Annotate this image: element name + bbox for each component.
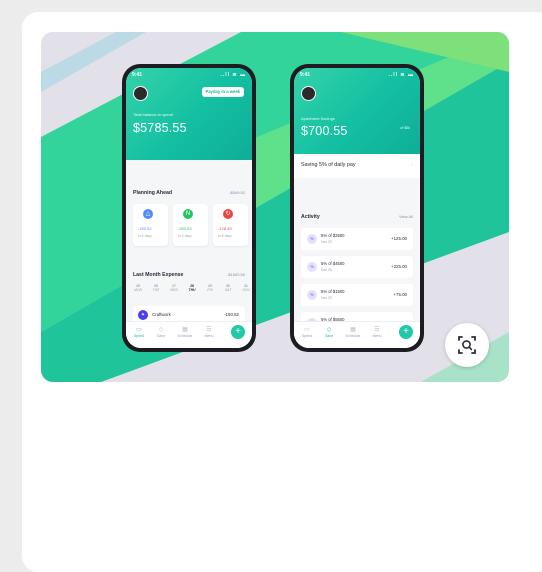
- planning-title: Planning Ahead: [133, 190, 173, 196]
- activity-name: 5% of $1500: [321, 289, 345, 294]
- day-item[interactable]: 25 MON: [133, 284, 143, 292]
- image-zoom-icon: [458, 336, 476, 354]
- tile-value: -150.52: [138, 226, 152, 231]
- activity-date: Dec 25: [321, 296, 332, 300]
- tile-value: -128.49: [218, 226, 232, 231]
- expense-section-header: Last Month Expense -$1600.50: [133, 272, 245, 278]
- tab-bar: ▭ Spend ◇ Save ▦ Schedule ☰ Menu +: [294, 321, 420, 348]
- menu-icon: ☰: [374, 327, 380, 333]
- day-item[interactable]: 30 SAT: [223, 284, 233, 292]
- day-item[interactable]: 26 TUE: [151, 284, 161, 292]
- wallet-icon: ▭: [136, 327, 142, 333]
- view-all-link[interactable]: View All: [399, 214, 413, 219]
- tile-due: In 4 days: [138, 234, 152, 238]
- activity-item[interactable]: % 5% of $1500 Dec 25 +75.00: [301, 284, 413, 306]
- planning-tile[interactable]: ↻ -128.49 In 5 days: [213, 204, 248, 246]
- phone-spend-screen: 9:41 ..ll ≋ ▬ Payday in a week Total bal…: [126, 68, 252, 348]
- tab-schedule[interactable]: ▦ Schedule: [174, 326, 196, 338]
- craftwork-icon: ✦: [138, 310, 148, 320]
- savings-header: 9:41 ..ll ≋ ▬ Apartment Savings $700.55 …: [294, 68, 420, 154]
- day-item[interactable]: 29 FRI: [205, 284, 215, 292]
- saving-rule-text: Saving 5% of daily pay: [301, 162, 356, 168]
- planning-section-header: Planning Ahead -$549.52: [133, 190, 245, 196]
- balance-amount: $5785.55: [133, 121, 187, 135]
- payday-pill[interactable]: Payday in a week: [201, 87, 244, 97]
- tile-due: In 5 days: [218, 234, 232, 238]
- diamond-icon: ◇: [158, 327, 164, 333]
- status-icons: ..ll ≋ ▬: [220, 72, 246, 78]
- zoom-button[interactable]: [445, 323, 489, 367]
- add-button[interactable]: +: [231, 325, 245, 339]
- planning-tile[interactable]: △ -150.52 In 4 days: [133, 204, 168, 246]
- calendar-icon: ▦: [182, 327, 188, 333]
- percent-icon: %: [307, 234, 317, 244]
- background-shapes: [41, 32, 509, 382]
- activity-item[interactable]: % 5% of $4500 Dec 25 +225.00: [301, 256, 413, 278]
- activity-name: 5% of $2500: [321, 233, 345, 238]
- activity-title: Activity: [301, 214, 320, 220]
- expense-total: -$1600.50: [226, 272, 245, 277]
- activity-date: Dec 25: [321, 240, 332, 244]
- phone-save: 9:41 ..ll ≋ ▬ Apartment Savings $700.55 …: [290, 64, 424, 352]
- tab-menu[interactable]: ☰ Menu: [366, 326, 388, 338]
- activity-amount: +75.00: [393, 292, 407, 297]
- menu-icon: ☰: [206, 327, 212, 333]
- status-bar: 9:41 ..ll ≋ ▬: [300, 72, 414, 78]
- tab-save[interactable]: ◇ Save: [318, 326, 340, 338]
- avatar[interactable]: [133, 86, 148, 101]
- planning-tile[interactable]: N -250.53 In 3 days: [173, 204, 208, 246]
- avatar[interactable]: [301, 86, 316, 101]
- savings-goal-note: of $5k: [400, 126, 410, 130]
- tab-spend[interactable]: ▭ Spend: [128, 326, 150, 338]
- tile-icon: ↻: [223, 209, 233, 219]
- expense-amount: -150.52: [224, 312, 239, 317]
- day-item[interactable]: 27 WED: [169, 284, 179, 292]
- phone-save-screen: 9:41 ..ll ≋ ▬ Apartment Savings $700.55 …: [294, 68, 420, 348]
- preview-image[interactable]: 9:41 ..ll ≋ ▬ Payday in a week Total bal…: [41, 32, 509, 382]
- percent-icon: %: [307, 290, 317, 300]
- expense-title: Last Month Expense: [133, 272, 184, 278]
- day-picker: 25 MON 26 TUE 27 WED 28 THU 29 FRI 30 SAT 31 SU…: [133, 284, 250, 298]
- activity-date: Dec 25: [321, 268, 332, 272]
- tile-due: In 3 days: [178, 234, 192, 238]
- day-item[interactable]: 31 SUN: [241, 284, 251, 292]
- tab-spend[interactable]: ▭ Spend: [296, 326, 318, 338]
- add-button[interactable]: +: [399, 325, 413, 339]
- savings-label: Apartment Savings: [301, 116, 335, 121]
- activity-item[interactable]: % 5% of $2500 Dec 25 +125.00: [301, 228, 413, 250]
- status-bar: 9:41 ..ll ≋ ▬: [132, 72, 246, 78]
- tab-schedule[interactable]: ▦ Schedule: [342, 326, 364, 338]
- tile-icon: △: [143, 209, 153, 219]
- activity-amount: +225.00: [391, 264, 407, 269]
- diamond-icon: ◇: [326, 327, 332, 333]
- planning-total: -$549.52: [229, 190, 245, 195]
- day-item-selected[interactable]: 28 THU: [187, 284, 197, 292]
- status-time: 9:41: [132, 72, 143, 78]
- tab-save[interactable]: ◇ Save: [150, 326, 172, 338]
- activity-amount: +125.00: [391, 236, 407, 241]
- chevron-right-icon: ›: [411, 162, 413, 168]
- tab-bar: ▭ Spend ◇ Save ▦ Schedule ☰ Menu +: [126, 321, 252, 348]
- wallet-icon: ▭: [304, 327, 310, 333]
- tab-menu[interactable]: ☰ Menu: [198, 326, 220, 338]
- expense-name: Craftwork: [152, 312, 171, 317]
- percent-icon: %: [307, 262, 317, 272]
- balance-label: Total balance to spend: [133, 112, 174, 117]
- savings-amount: $700.55: [301, 124, 348, 138]
- calendar-icon: ▦: [350, 327, 356, 333]
- status-time: 9:41: [300, 72, 311, 78]
- saving-rule-row[interactable]: Saving 5% of daily pay ›: [294, 154, 420, 178]
- balance-header: 9:41 ..ll ≋ ▬ Payday in a week Total bal…: [126, 68, 252, 160]
- tile-icon: N: [183, 209, 193, 219]
- tile-value: -250.53: [178, 226, 192, 231]
- activity-section-header: Activity View All: [301, 214, 413, 220]
- activity-name: 5% of $4500: [321, 261, 345, 266]
- status-icons: ..ll ≋ ▬: [388, 72, 414, 78]
- phone-spend: 9:41 ..ll ≋ ▬ Payday in a week Total bal…: [122, 64, 256, 352]
